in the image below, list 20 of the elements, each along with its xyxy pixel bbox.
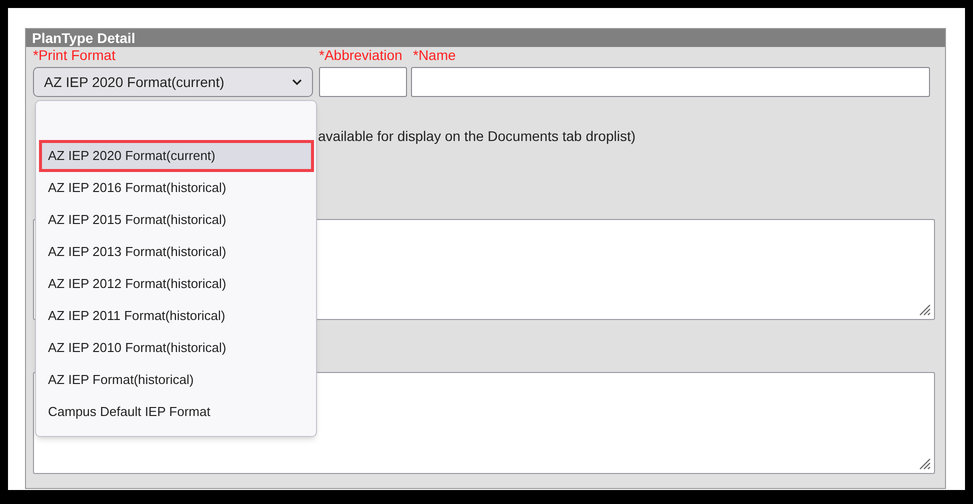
text-field[interactable]: [319, 67, 407, 97]
dropdown-option[interactable]: AZ IEP 2013 Format(historical): [39, 236, 314, 268]
dropdown-option[interactable]: Campus Default IEP Format: [39, 396, 314, 428]
dropdown-option[interactable]: AZ IEP 2020 Format(current): [39, 140, 314, 172]
dropdown-option[interactable]: AZ IEP Format(historical): [39, 364, 314, 396]
dropdown-option[interactable]: AZ IEP 2012 Format(historical): [39, 268, 314, 300]
dropdown-option[interactable]: AZ IEP 2011 Format(historical): [39, 300, 314, 332]
dropdown-option[interactable]: AZ IEP 2016 Format(historical): [39, 172, 314, 204]
resize-grip-icon[interactable]: [919, 458, 931, 470]
dropdown-option[interactable]: AZ IEP 2010 Format(historical): [39, 332, 314, 364]
text-field[interactable]: [411, 67, 930, 97]
resize-grip-icon[interactable]: [919, 304, 931, 316]
panel-title: PlanType Detail: [26, 29, 945, 47]
field-label: *Abbreviation: [319, 47, 404, 64]
dropdown-option[interactable]: AZ IEP 2015 Format(historical): [39, 204, 314, 236]
note-text: available for display on the Documents tab droplist): [318, 128, 636, 144]
chevron-down-icon: [292, 78, 302, 86]
field-label: *Name: [413, 47, 457, 64]
print-format-select[interactable]: AZ IEP 2020 Format(current): [33, 67, 313, 97]
field-label: *Print Format: [33, 47, 116, 64]
